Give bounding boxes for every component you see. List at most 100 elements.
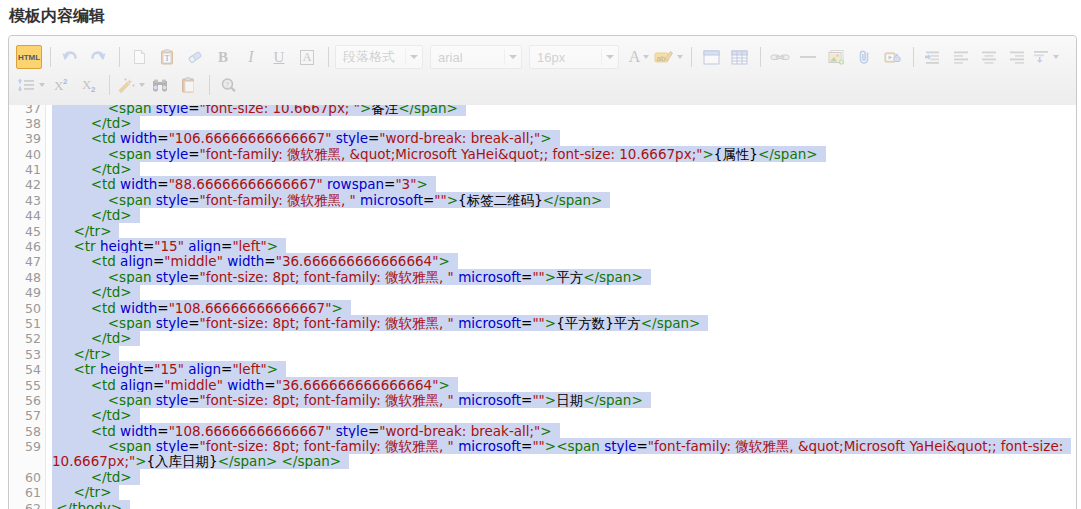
link-button[interactable] xyxy=(767,45,793,69)
code-line: <td width="108.66666666666667"> xyxy=(52,301,1076,316)
indent-button[interactable] xyxy=(920,45,946,69)
chevron-down-icon xyxy=(1053,55,1059,59)
chevron-down-icon xyxy=(677,55,683,59)
paste-icon: T xyxy=(159,49,175,65)
font-family-select[interactable]: arial xyxy=(430,45,522,69)
code-line: </td> xyxy=(52,116,1076,131)
line-number: 61 xyxy=(9,485,45,500)
font-family-select-value: arial xyxy=(438,50,463,65)
line-height-button[interactable] xyxy=(16,73,45,97)
preview-button[interactable]: ? xyxy=(216,73,242,97)
align-left-icon xyxy=(952,49,970,65)
align-left-button[interactable] xyxy=(948,45,974,69)
find-icon xyxy=(150,77,170,93)
code-line: </tbody> xyxy=(52,501,1076,509)
paste-plain-icon xyxy=(180,77,196,93)
paste-button[interactable]: T xyxy=(154,45,180,69)
code-lines[interactable]: <span style="font-size: 10.6667px; ">备注<… xyxy=(49,105,1076,509)
table-properties-button[interactable] xyxy=(726,45,752,69)
font-size-select[interactable]: 16px xyxy=(529,45,619,69)
new-document-button[interactable] xyxy=(126,45,152,69)
undo-button[interactable] xyxy=(57,45,83,69)
superscript-button[interactable]: X2 xyxy=(47,73,73,97)
html-icon: HTML xyxy=(18,53,40,62)
align-right-icon xyxy=(1008,49,1026,65)
code-line: <span style="font-size: 8pt; font-family… xyxy=(52,393,1076,408)
line-spacing-button[interactable] xyxy=(1032,45,1059,69)
italic-button[interactable]: I xyxy=(238,45,264,69)
quick-format-button[interactable] xyxy=(116,73,145,97)
toolbar-separator xyxy=(760,47,761,67)
link-icon xyxy=(770,49,790,65)
line-number: 47 xyxy=(9,254,45,269)
align-right-button[interactable] xyxy=(1004,45,1030,69)
line-number: 46 xyxy=(9,239,45,254)
italic-icon: I xyxy=(248,48,253,66)
align-center-button[interactable] xyxy=(976,45,1002,69)
code-line: <td align="middle" width="36.66666666666… xyxy=(52,378,1076,393)
line-number: 54 xyxy=(9,362,45,377)
code-line: </td> xyxy=(52,470,1076,485)
font-color-button[interactable]: A xyxy=(626,45,652,69)
line-number: 59 xyxy=(9,439,45,454)
remove-format-icon: A xyxy=(300,50,315,65)
code-line: <span style="font-size: 10.6667px; ">备注<… xyxy=(52,105,1076,116)
preview-icon: ? xyxy=(220,77,238,93)
attachment-button[interactable] xyxy=(851,45,877,69)
code-line: <span style="font-family: 微软雅黑, &quot;Mi… xyxy=(52,147,1076,162)
line-number: 43 xyxy=(9,193,45,208)
redo-button[interactable] xyxy=(85,45,111,69)
paragraph-format-select-value: 段落格式 xyxy=(343,48,395,66)
code-line: <tr height="15" align="left"> xyxy=(52,362,1076,377)
indent-icon xyxy=(924,49,942,65)
line-number: 51 xyxy=(9,316,45,331)
table-grid-icon xyxy=(731,50,748,65)
new-document-icon xyxy=(131,49,147,65)
line-number: 48 xyxy=(9,270,45,285)
media-button[interactable] xyxy=(879,45,905,69)
toolbar-separator xyxy=(109,75,110,95)
bold-icon: B xyxy=(218,49,228,66)
code-line: <tr height="15" align="left"> xyxy=(52,239,1076,254)
paragraph-format-select[interactable]: 段落格式 xyxy=(335,45,423,69)
line-number-gutter: 3738394041424344454647484950515253545556… xyxy=(9,105,46,509)
code-line: </tr> xyxy=(52,347,1076,362)
chevron-down-icon xyxy=(410,55,418,59)
line-number: 53 xyxy=(9,347,45,362)
code-line: </tr> xyxy=(52,224,1076,239)
subscript-button[interactable]: X2 xyxy=(75,73,101,97)
code-editor[interactable]: 3738394041424344454647484950515253545556… xyxy=(9,105,1076,509)
quick-format-icon xyxy=(116,77,136,93)
code-line: <td width="106.66666666666667" style="wo… xyxy=(52,131,1076,146)
subscript-icon: X2 xyxy=(79,77,97,93)
svg-text:2: 2 xyxy=(91,85,96,93)
line-number: 38 xyxy=(9,116,45,131)
insert-table-button[interactable] xyxy=(698,45,724,69)
paste-text-button[interactable] xyxy=(175,73,201,97)
line-number: 57 xyxy=(9,408,45,423)
undo-icon xyxy=(61,49,79,65)
code-line: </td> xyxy=(52,408,1076,423)
line-spacing-icon xyxy=(1032,49,1050,65)
remove-format-button[interactable]: A xyxy=(294,45,320,69)
align-center-icon xyxy=(980,49,998,65)
source-toggle-button[interactable]: HTML xyxy=(16,45,42,69)
image-button[interactable] xyxy=(823,45,849,69)
editor-toolbar: HTMLTBIUA段落格式arial16pxAab X2X2? xyxy=(9,36,1076,106)
bold-button[interactable]: B xyxy=(210,45,236,69)
svg-text:2: 2 xyxy=(63,77,68,86)
highlight-color-icon: ab xyxy=(654,49,674,65)
font-size-select-value: 16px xyxy=(537,50,565,65)
image-icon xyxy=(827,49,845,65)
highlight-color-button[interactable]: ab xyxy=(654,45,683,69)
horizontal-rule-button[interactable] xyxy=(795,45,821,69)
find-button[interactable] xyxy=(147,73,173,97)
eraser-icon xyxy=(187,49,203,65)
eraser-button[interactable] xyxy=(182,45,208,69)
code-line: <span style="font-size: 8pt; font-family… xyxy=(52,270,1076,285)
line-number: 37 xyxy=(9,105,45,116)
code-line: </td> xyxy=(52,285,1076,300)
line-number: 44 xyxy=(9,208,45,223)
underline-button[interactable]: U xyxy=(266,45,292,69)
template-editor: HTMLTBIUA段落格式arial16pxAab X2X2? 37383940… xyxy=(8,35,1077,509)
